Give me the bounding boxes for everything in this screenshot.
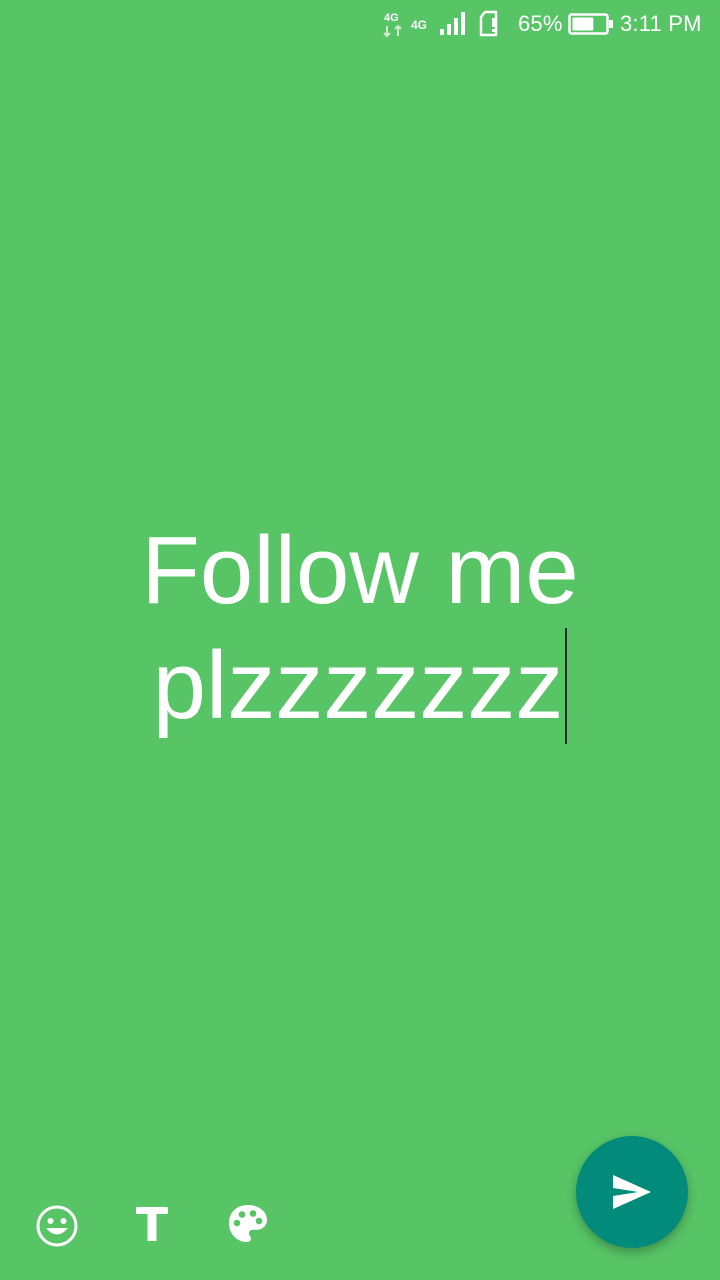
status-text-content: Follow me plzzzzzzz [141, 517, 579, 739]
send-icon [613, 1175, 651, 1209]
sim-alert-icon [478, 0, 502, 48]
status-bar: 4G 4G 65% 3:11 PM [0, 0, 720, 48]
palette-icon [229, 1205, 267, 1242]
color-palette-button[interactable] [218, 1194, 278, 1254]
text-format-icon [136, 1207, 168, 1241]
send-button[interactable] [576, 1136, 688, 1248]
emoji-button[interactable] [27, 1196, 87, 1256]
svg-text:4G: 4G [411, 18, 427, 32]
network-4g-icon: 4G [410, 0, 434, 48]
status-text-input[interactable]: Follow me plzzzzzzz [40, 514, 680, 744]
svg-text:4G: 4G [384, 12, 399, 24]
text-cursor [565, 628, 568, 744]
signal-strength-icon [438, 0, 468, 48]
emoji-icon [36, 1205, 78, 1247]
battery-icon [568, 0, 614, 48]
battery-percentage: 65% [518, 11, 563, 36]
clock-time: 3:11 PM [620, 11, 702, 36]
data-transfer-icon: 4G [382, 0, 406, 48]
text-style-button[interactable] [122, 1194, 182, 1254]
status-canvas[interactable]: Follow me plzzzzzzz [0, 48, 720, 1108]
